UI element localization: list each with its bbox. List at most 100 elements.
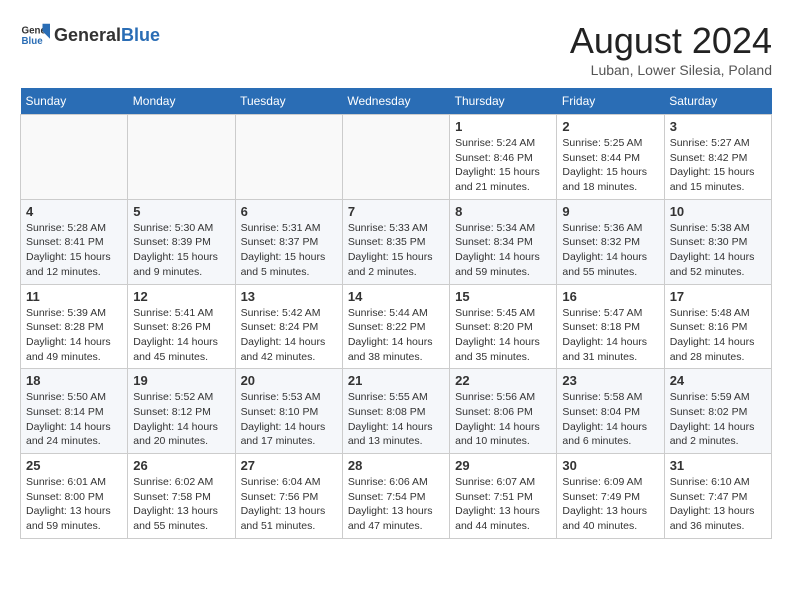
calendar-cell: 23Sunrise: 5:58 AMSunset: 8:04 PMDayligh… xyxy=(557,369,664,454)
calendar-cell: 20Sunrise: 5:53 AMSunset: 8:10 PMDayligh… xyxy=(235,369,342,454)
calendar-cell: 8 Sunrise: 5:34 AMSunset: 8:34 PMDaylight… xyxy=(450,199,557,284)
logo-blue-text: Blue xyxy=(121,25,160,46)
day-info: Sunrise: 5:50 AMSunset: 8:14 PMDaylight:… xyxy=(26,390,122,449)
day-info: Sunrise: 5:28 AMSunset: 8:41 PMDaylight:… xyxy=(26,221,122,280)
day-info: Sunrise: 5:47 AMSunset: 8:18 PMDaylight:… xyxy=(562,306,658,365)
day-number: 2 xyxy=(562,119,658,134)
day-number: 3 xyxy=(670,119,766,134)
weekday-header-tuesday: Tuesday xyxy=(235,88,342,115)
calendar-week-row: 25 Sunrise: 6:01 AMSunset: 8:00 PMDayligh… xyxy=(21,454,772,539)
logo-general-text: General xyxy=(54,25,121,46)
page-header: General Blue General Blue August 2024 Lu… xyxy=(20,20,772,78)
day-info: Sunrise: 6:01 AMSunset: 8:00 PMDaylight:… xyxy=(26,475,122,534)
calendar-cell: 12 Sunrise: 5:41 AMSunset: 8:26 PMDayligh… xyxy=(128,284,235,369)
day-info: Sunrise: 5:39 AMSunset: 8:28 PMDaylight:… xyxy=(26,306,122,365)
day-info: Sunrise: 5:34 AMSunset: 8:34 PMDaylight:… xyxy=(455,221,551,280)
day-number: 20 xyxy=(241,373,337,388)
calendar-cell: 21Sunrise: 5:55 AMSunset: 8:08 PMDayligh… xyxy=(342,369,449,454)
title-area: August 2024 Luban, Lower Silesia, Poland xyxy=(570,20,772,78)
day-number: 11 xyxy=(26,289,122,304)
calendar-week-row: 1Sunrise: 5:24 AMSunset: 8:46 PMDaylight… xyxy=(21,115,772,200)
day-number: 25 xyxy=(26,458,122,473)
weekday-header-wednesday: Wednesday xyxy=(342,88,449,115)
calendar-cell: 19 Sunrise: 5:52 AMSunset: 8:12 PMDayligh… xyxy=(128,369,235,454)
day-info: Sunrise: 5:41 AMSunset: 8:26 PMDaylight:… xyxy=(133,306,229,365)
calendar-cell: 9 Sunrise: 5:36 AMSunset: 8:32 PMDaylight… xyxy=(557,199,664,284)
calendar-cell: 6Sunrise: 5:31 AMSunset: 8:37 PMDaylight… xyxy=(235,199,342,284)
day-info: Sunrise: 5:38 AMSunset: 8:30 PMDaylight:… xyxy=(670,221,766,280)
day-number: 27 xyxy=(241,458,337,473)
calendar-cell: 22Sunrise: 5:56 AMSunset: 8:06 PMDayligh… xyxy=(450,369,557,454)
day-number: 7 xyxy=(348,204,444,219)
day-number: 18 xyxy=(26,373,122,388)
day-number: 31 xyxy=(670,458,766,473)
weekday-header-monday: Monday xyxy=(128,88,235,115)
day-number: 9 xyxy=(562,204,658,219)
day-info: Sunrise: 5:56 AMSunset: 8:06 PMDaylight:… xyxy=(455,390,551,449)
day-info: Sunrise: 6:02 AMSunset: 7:58 PMDaylight:… xyxy=(133,475,229,534)
calendar-week-row: 18 Sunrise: 5:50 AMSunset: 8:14 PMDayligh… xyxy=(21,369,772,454)
calendar-cell: 5 Sunrise: 5:30 AMSunset: 8:39 PMDaylight… xyxy=(128,199,235,284)
calendar-cell: 3 Sunrise: 5:27 AMSunset: 8:42 PMDaylight… xyxy=(664,115,771,200)
weekday-header-friday: Friday xyxy=(557,88,664,115)
calendar-cell: 30Sunrise: 6:09 AMSunset: 7:49 PMDayligh… xyxy=(557,454,664,539)
calendar-cell: 31Sunrise: 6:10 AMSunset: 7:47 PMDayligh… xyxy=(664,454,771,539)
day-number: 12 xyxy=(133,289,229,304)
day-number: 8 xyxy=(455,204,551,219)
day-number: 13 xyxy=(241,289,337,304)
calendar-cell: 14Sunrise: 5:44 AMSunset: 8:22 PMDayligh… xyxy=(342,284,449,369)
day-info: Sunrise: 5:33 AMSunset: 8:35 PMDaylight:… xyxy=(348,221,444,280)
day-info: Sunrise: 5:25 AMSunset: 8:44 PMDaylight:… xyxy=(562,136,658,195)
calendar-cell: 25 Sunrise: 6:01 AMSunset: 8:00 PMDayligh… xyxy=(21,454,128,539)
calendar-table: SundayMondayTuesdayWednesdayThursdayFrid… xyxy=(20,88,772,539)
weekday-header-saturday: Saturday xyxy=(664,88,771,115)
calendar-cell: 11 Sunrise: 5:39 AMSunset: 8:28 PMDayligh… xyxy=(21,284,128,369)
day-info: Sunrise: 6:04 AMSunset: 7:56 PMDaylight:… xyxy=(241,475,337,534)
calendar-cell: 1Sunrise: 5:24 AMSunset: 8:46 PMDaylight… xyxy=(450,115,557,200)
day-info: Sunrise: 5:52 AMSunset: 8:12 PMDaylight:… xyxy=(133,390,229,449)
calendar-cell: 26 Sunrise: 6:02 AMSunset: 7:58 PMDayligh… xyxy=(128,454,235,539)
calendar-cell: 13 Sunrise: 5:42 AMSunset: 8:24 PMDayligh… xyxy=(235,284,342,369)
day-info: Sunrise: 5:42 AMSunset: 8:24 PMDaylight:… xyxy=(241,306,337,365)
day-number: 26 xyxy=(133,458,229,473)
day-number: 15 xyxy=(455,289,551,304)
calendar-cell xyxy=(128,115,235,200)
day-info: Sunrise: 6:07 AMSunset: 7:51 PMDaylight:… xyxy=(455,475,551,534)
calendar-cell: 27 Sunrise: 6:04 AMSunset: 7:56 PMDayligh… xyxy=(235,454,342,539)
day-number: 19 xyxy=(133,373,229,388)
calendar-cell: 17Sunrise: 5:48 AMSunset: 8:16 PMDayligh… xyxy=(664,284,771,369)
page-subtitle: Luban, Lower Silesia, Poland xyxy=(570,62,772,78)
day-number: 16 xyxy=(562,289,658,304)
day-info: Sunrise: 5:27 AMSunset: 8:42 PMDaylight:… xyxy=(670,136,766,195)
calendar-cell: 29 Sunrise: 6:07 AMSunset: 7:51 PMDayligh… xyxy=(450,454,557,539)
day-info: Sunrise: 6:06 AMSunset: 7:54 PMDaylight:… xyxy=(348,475,444,534)
logo: General Blue General Blue xyxy=(20,20,160,50)
calendar-week-row: 4 Sunrise: 5:28 AMSunset: 8:41 PMDaylight… xyxy=(21,199,772,284)
day-number: 5 xyxy=(133,204,229,219)
page-title: August 2024 xyxy=(570,20,772,62)
calendar-cell: 7 Sunrise: 5:33 AMSunset: 8:35 PMDaylight… xyxy=(342,199,449,284)
calendar-body: 1Sunrise: 5:24 AMSunset: 8:46 PMDaylight… xyxy=(21,115,772,539)
day-number: 6 xyxy=(241,204,337,219)
weekday-header-row: SundayMondayTuesdayWednesdayThursdayFrid… xyxy=(21,88,772,115)
day-number: 4 xyxy=(26,204,122,219)
day-number: 23 xyxy=(562,373,658,388)
calendar-cell: 2 Sunrise: 5:25 AMSunset: 8:44 PMDaylight… xyxy=(557,115,664,200)
calendar-cell: 16 Sunrise: 5:47 AMSunset: 8:18 PMDayligh… xyxy=(557,284,664,369)
day-info: Sunrise: 5:44 AMSunset: 8:22 PMDaylight:… xyxy=(348,306,444,365)
calendar-cell: 28 Sunrise: 6:06 AMSunset: 7:54 PMDayligh… xyxy=(342,454,449,539)
day-number: 10 xyxy=(670,204,766,219)
calendar-cell: 10 Sunrise: 5:38 AMSunset: 8:30 PMDayligh… xyxy=(664,199,771,284)
day-info: Sunrise: 6:09 AMSunset: 7:49 PMDaylight:… xyxy=(562,475,658,534)
day-number: 17 xyxy=(670,289,766,304)
weekday-header-thursday: Thursday xyxy=(450,88,557,115)
day-info: Sunrise: 5:30 AMSunset: 8:39 PMDaylight:… xyxy=(133,221,229,280)
day-number: 24 xyxy=(670,373,766,388)
calendar-cell xyxy=(342,115,449,200)
day-number: 29 xyxy=(455,458,551,473)
day-info: Sunrise: 5:59 AMSunset: 8:02 PMDaylight:… xyxy=(670,390,766,449)
day-info: Sunrise: 5:45 AMSunset: 8:20 PMDaylight:… xyxy=(455,306,551,365)
day-info: Sunrise: 5:36 AMSunset: 8:32 PMDaylight:… xyxy=(562,221,658,280)
day-number: 28 xyxy=(348,458,444,473)
svg-text:Blue: Blue xyxy=(22,36,44,47)
